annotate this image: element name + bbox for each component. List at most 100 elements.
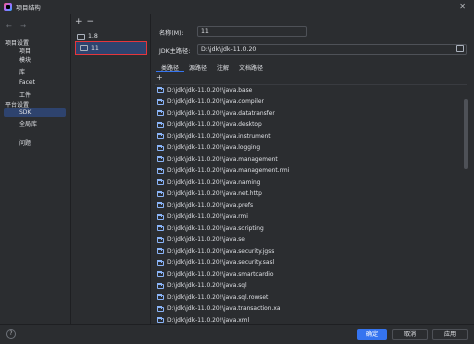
classpath-row[interactable]: D:\jdk\jdk-11.0.20!\java.sql (155, 281, 467, 293)
folder-icon (157, 167, 164, 174)
dialog-footer: ? 确定 取消 应用 (0, 324, 474, 344)
name-label: 名称(M): (159, 30, 184, 37)
classpath-row[interactable]: D:\jdk\jdk-11.0.20!\java.security.sasl (155, 258, 467, 270)
jdk-home-path-input[interactable]: D:\jdk\jdk-11.0.20 (197, 44, 467, 55)
folder-icon (157, 110, 164, 117)
folder-icon (157, 121, 164, 128)
classpath-row[interactable]: D:\jdk\jdk-11.0.20!\java.base (155, 85, 467, 97)
classpath-row[interactable]: D:\jdk\jdk-11.0.20!\java.instrument (155, 131, 467, 143)
classpath-row[interactable]: D:\jdk\jdk-11.0.20!\java.security.jgss (155, 246, 467, 258)
classpath-entry-label: D:\jdk\jdk-11.0.20!\java.rmi (167, 214, 248, 221)
tab-annotations[interactable]: 注解 (212, 61, 234, 72)
classpath-entry-label: D:\jdk\jdk-11.0.20!\java.base (167, 87, 253, 94)
tab-docpath[interactable]: 文档路径 (234, 61, 268, 72)
back-forward-arrows-icon[interactable]: ← → (6, 22, 29, 30)
folder-icon (157, 179, 164, 186)
help-icon[interactable]: ? (6, 329, 16, 339)
classpath-entry-label: D:\jdk\jdk-11.0.20!\java.se (167, 237, 245, 244)
folder-icon (157, 202, 164, 209)
classpath-entry-label: D:\jdk\jdk-11.0.20!\java.security.jgss (167, 248, 275, 255)
app-logo-icon (4, 3, 12, 11)
folder-icon (157, 156, 164, 163)
classpath-entry-label: D:\jdk\jdk-11.0.20!\java.smartcardio (167, 271, 274, 278)
classpath-entry-label: D:\jdk\jdk-11.0.20!\java.compiler (167, 99, 264, 106)
nav-item-problems[interactable]: 问题 (19, 138, 31, 147)
nav-item-artifacts[interactable]: 工件 (19, 90, 31, 99)
window-title: 项目结构 (16, 4, 41, 12)
classpath-entry-label: D:\jdk\jdk-11.0.20!\java.desktop (167, 122, 262, 129)
sdk-item-label: 1.8 (88, 33, 98, 40)
sdk-details-panel: 名称(M): 11 JDK主路径: D:\jdk\jdk-11.0.20 类路径… (150, 14, 474, 324)
sdk-item-1-8[interactable]: 1.8 (77, 32, 98, 41)
classpath-entry-label: D:\jdk\jdk-11.0.20!\java.management.rmi (167, 168, 290, 175)
add-sdk-button[interactable]: + (75, 17, 87, 27)
classpath-row[interactable]: D:\jdk\jdk-11.0.20!\java.net.http (155, 189, 467, 201)
folder-icon (157, 213, 164, 220)
classpath-list: D:\jdk\jdk-11.0.20!\java.base D:\jdk\jdk-… (155, 84, 467, 324)
classpath-row[interactable]: D:\jdk\jdk-11.0.20!\java.compiler (155, 97, 467, 109)
classpath-row[interactable]: D:\jdk\jdk-11.0.20!\java.management.rmi (155, 166, 467, 178)
title-bar: 项目结构 ✕ (0, 0, 474, 14)
nav-item-project[interactable]: 项目 (19, 46, 31, 55)
folder-icon (157, 87, 164, 94)
classpath-row[interactable]: D:\jdk\jdk-11.0.20!\java.desktop (155, 120, 467, 132)
nav-item-facets[interactable]: Facet (19, 79, 35, 86)
sdk-name-input[interactable]: 11 (197, 26, 307, 37)
classpath-entry-label: D:\jdk\jdk-11.0.20!\java.net.http (167, 191, 262, 198)
classpath-row[interactable]: D:\jdk\jdk-11.0.20!\java.rmi (155, 212, 467, 224)
classpath-row[interactable]: D:\jdk\jdk-11.0.20!\java.se (155, 235, 467, 247)
classpath-row[interactable]: D:\jdk\jdk-11.0.20!\java.sql.rowset (155, 292, 467, 304)
nav-item-libraries[interactable]: 库 (19, 67, 25, 76)
classpath-row[interactable]: D:\jdk\jdk-11.0.20!\java.transaction.xa (155, 304, 467, 316)
classpath-row[interactable]: D:\jdk\jdk-11.0.20!\java.datatransfer (155, 108, 467, 120)
folder-icon (157, 225, 164, 232)
folder-icon (157, 133, 164, 140)
classpath-row[interactable]: D:\jdk\jdk-11.0.20!\java.scripting (155, 223, 467, 235)
folder-icon (157, 98, 164, 105)
sdk-tree-panel: +− 1.8 11 (70, 14, 150, 324)
classpath-entry-label: D:\jdk\jdk-11.0.20!\java.prefs (167, 202, 254, 209)
folder-icon (157, 236, 164, 243)
folder-icon (157, 282, 164, 289)
path-tabs: 类路径 源路径 注解 文档路径 (156, 61, 268, 72)
classpath-row[interactable]: D:\jdk\jdk-11.0.20!\java.naming (155, 177, 467, 189)
classpath-row[interactable]: D:\jdk\jdk-11.0.20!\java.smartcardio (155, 269, 467, 281)
nav-item-sdk[interactable]: SDK (4, 108, 66, 117)
folder-icon (157, 294, 164, 301)
classpath-entry-label: D:\jdk\jdk-11.0.20!\java.naming (167, 179, 261, 186)
folder-icon (157, 248, 164, 255)
remove-sdk-button[interactable]: − (87, 17, 99, 27)
classpath-entry-label: D:\jdk\jdk-11.0.20!\java.xml (167, 317, 250, 324)
nav-item-global-libraries[interactable]: 全局库 (19, 119, 37, 128)
sdk-item-label: 11 (91, 44, 99, 52)
folder-icon (157, 317, 164, 324)
classpath-entry-label: D:\jdk\jdk-11.0.20!\java.sql (167, 283, 247, 290)
sdk-item-11[interactable]: 11 (75, 41, 147, 55)
list-scrollbar[interactable] (464, 99, 468, 169)
classpath-row[interactable]: D:\jdk\jdk-11.0.20!\java.prefs (155, 200, 467, 212)
classpath-row[interactable]: D:\jdk\jdk-11.0.20!\java.management (155, 154, 467, 166)
tab-sourcepath[interactable]: 源路径 (184, 61, 212, 72)
folder-icon (157, 190, 164, 197)
classpath-entry-label: D:\jdk\jdk-11.0.20!\java.transaction.xa (167, 306, 281, 313)
apply-button[interactable]: 应用 (432, 329, 468, 340)
browse-folder-icon[interactable] (456, 45, 464, 52)
cancel-button[interactable]: 取消 (392, 329, 428, 340)
classpath-row[interactable]: D:\jdk\jdk-11.0.20!\java.logging (155, 143, 467, 155)
folder-icon (77, 33, 85, 40)
classpath-entry-label: D:\jdk\jdk-11.0.20!\java.instrument (167, 133, 271, 140)
classpath-entry-label: D:\jdk\jdk-11.0.20!\java.management (167, 156, 278, 163)
folder-icon (157, 305, 164, 312)
tab-classpath[interactable]: 类路径 (156, 61, 185, 72)
folder-icon (157, 271, 164, 278)
classpath-entry-label: D:\jdk\jdk-11.0.20!\java.sql.rowset (167, 294, 269, 301)
add-path-button[interactable]: + (156, 73, 163, 82)
classpath-entry-label: D:\jdk\jdk-11.0.20!\java.logging (167, 145, 261, 152)
ok-button[interactable]: 确定 (357, 329, 387, 340)
close-window-icon[interactable]: ✕ (459, 2, 466, 11)
jdk-home-label: JDK主路径: (159, 48, 191, 55)
classpath-entry-label: D:\jdk\jdk-11.0.20!\java.datatransfer (167, 110, 275, 117)
nav-item-modules[interactable]: 模块 (19, 55, 31, 64)
classpath-entry-label: D:\jdk\jdk-11.0.20!\java.security.sasl (167, 260, 275, 267)
classpath-entry-label: D:\jdk\jdk-11.0.20!\java.scripting (167, 225, 264, 232)
